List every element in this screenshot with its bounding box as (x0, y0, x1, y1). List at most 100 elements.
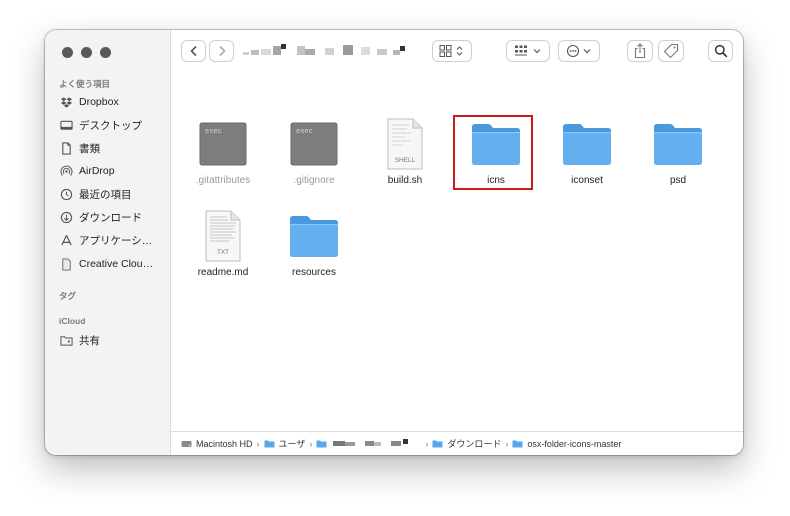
search-button[interactable] (708, 40, 733, 62)
chevron-right-icon (218, 45, 226, 57)
file-name: .gitattributes (195, 175, 251, 186)
sidebar-item-label: Creative Clou… (79, 258, 154, 270)
minimize-window-button[interactable] (81, 47, 92, 58)
file-item-readme[interactable]: TXT readme.md (179, 210, 267, 278)
text-badge: TXT (217, 249, 229, 256)
file-item-iconset[interactable]: iconset (543, 118, 631, 186)
sidebar-item-label: 最近の項目 (79, 188, 132, 201)
sidebar-item-recents[interactable]: 最近の項目 (59, 184, 132, 204)
sidebar-item-label: アプリケーシ… (79, 234, 153, 247)
applications-icon (59, 233, 73, 247)
path-segment-disk[interactable]: Macintosh HD (181, 439, 253, 449)
sidebar-item-dropbox[interactable]: Dropbox (59, 92, 119, 112)
path-separator: › (309, 438, 313, 449)
shared-folder-icon (59, 333, 73, 347)
redacted-username (333, 439, 409, 446)
path-bar: Macintosh HD › ユーザ › › ダウンロード › osx-fold… (171, 431, 743, 455)
file-item-resources[interactable]: resources (270, 210, 358, 278)
desktop-icon (59, 118, 73, 132)
file-name: psd (669, 175, 687, 186)
sidebar-item-label: 共有 (79, 334, 100, 347)
path-separator: › (256, 438, 260, 449)
exec-file-icon: exec (179, 118, 267, 170)
file-item-gitignore[interactable]: exec .gitignore (270, 118, 358, 186)
folder-icon (634, 118, 722, 170)
file-item-icns[interactable]: icns (452, 115, 540, 190)
path-label: ユーザ (278, 439, 306, 449)
path-segment-downloads[interactable]: ダウンロード (432, 437, 501, 450)
window-title-redacted (243, 44, 405, 55)
tag-icon (663, 43, 679, 59)
airdrop-icon (59, 164, 73, 178)
group-by-button[interactable] (506, 40, 550, 62)
sidebar-item-downloads[interactable]: ダウンロード (59, 207, 142, 227)
back-button[interactable] (181, 40, 206, 62)
sidebar-item-creative-cloud[interactable]: Creative Clou… (59, 254, 153, 274)
ellipsis-icon (566, 44, 591, 58)
sidebar-section-tags: タグ (59, 291, 77, 301)
text-file-icon: TXT (179, 210, 267, 262)
dropbox-icon (59, 95, 73, 109)
group-icon (515, 45, 541, 56)
path-segment-users[interactable]: ユーザ (264, 437, 306, 450)
exec-file-icon: exec (270, 118, 358, 170)
tag-button[interactable] (658, 40, 684, 62)
path-separator: › (425, 438, 429, 449)
window-controls (62, 47, 111, 58)
exec-badge: exec (296, 128, 313, 136)
file-item-psd[interactable]: psd (634, 118, 722, 186)
file-name: build.sh (387, 175, 423, 186)
share-icon (634, 43, 646, 59)
toolbar (171, 30, 743, 74)
path-label: osx-folder-icons-master (527, 438, 622, 449)
folder-icon (432, 440, 443, 448)
close-window-button[interactable] (62, 47, 73, 58)
folder-icon (264, 440, 275, 448)
file-grid: exec .gitattributes exec .gitignore SHEL… (171, 74, 743, 431)
sidebar-item-shared[interactable]: 共有 (59, 330, 100, 350)
zoom-window-button[interactable] (100, 47, 111, 58)
view-mode-button[interactable] (432, 40, 472, 62)
search-icon (714, 44, 727, 58)
sidebar-section-favorites: よく使う項目 (59, 79, 111, 89)
path-label: Macintosh HD (196, 438, 253, 449)
disk-icon (181, 440, 192, 447)
selection-highlight (453, 115, 533, 190)
file-name: resources (292, 267, 336, 278)
file-item-gitattributes[interactable]: exec .gitattributes (179, 118, 267, 186)
path-separator: › (505, 438, 509, 449)
path-segment-current[interactable]: osx-folder-icons-master (512, 439, 621, 449)
folder-icon (512, 440, 523, 448)
share-button[interactable] (627, 40, 653, 62)
shell-script-icon: SHELL (361, 118, 449, 170)
sidebar-item-label: ダウンロード (79, 211, 142, 224)
download-icon (59, 210, 73, 224)
sidebar-item-label: デスクトップ (79, 119, 142, 132)
document-icon (59, 141, 73, 155)
chevron-left-icon (189, 45, 197, 57)
path-segment-redacted[interactable] (316, 439, 421, 448)
sidebar-item-label: Dropbox (79, 96, 119, 108)
shell-badge: SHELL (395, 157, 416, 164)
exec-badge: exec (205, 128, 222, 136)
finder-window: よく使う項目 Dropbox デスクトップ 書類 AirDrop 最近の項目 ダ… (45, 30, 743, 455)
sidebar-item-desktop[interactable]: デスクトップ (59, 115, 142, 135)
action-menu-button[interactable] (558, 40, 600, 62)
folder-icon (316, 440, 327, 448)
forward-button[interactable] (209, 40, 234, 62)
sidebar-item-applications[interactable]: アプリケーシ… (59, 230, 152, 250)
file-icon (59, 257, 73, 271)
icon-grid-icon (439, 45, 463, 57)
folder-icon (270, 210, 358, 262)
file-item-build-sh[interactable]: SHELL build.sh (361, 118, 449, 186)
sidebar-item-airdrop[interactable]: AirDrop (59, 161, 115, 181)
file-name: readme.md (197, 267, 249, 278)
sidebar-item-label: AirDrop (79, 165, 115, 177)
sidebar-item-documents[interactable]: 書類 (59, 138, 100, 158)
sidebar: よく使う項目 Dropbox デスクトップ 書類 AirDrop 最近の項目 ダ… (45, 30, 171, 455)
sidebar-item-label: 書類 (79, 142, 100, 155)
file-name: .gitignore (293, 175, 335, 186)
path-label: ダウンロード (447, 439, 502, 449)
file-name: iconset (571, 175, 603, 186)
clock-icon (59, 187, 73, 201)
